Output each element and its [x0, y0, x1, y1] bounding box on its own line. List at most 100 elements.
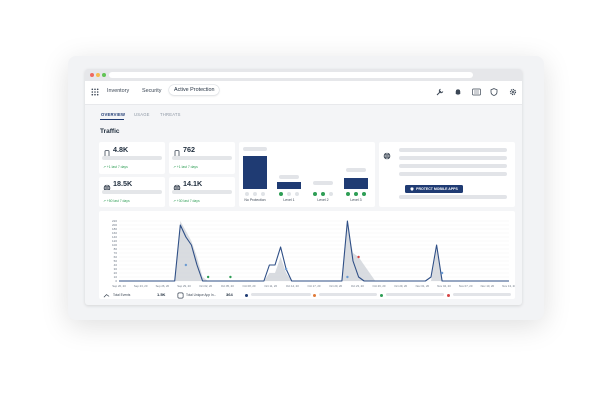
legend-value: 364 [226, 292, 233, 297]
section-title: Traffic [100, 128, 120, 135]
data-point [284, 267, 288, 271]
x-tick-label: Nov 10, 20 [481, 284, 495, 288]
subtab-usage[interactable]: USAGE [134, 112, 150, 117]
y-tick-label: 140 [112, 235, 117, 239]
data-point [346, 275, 349, 279]
check-icon [321, 192, 325, 196]
app-window: Inventory Security Active Protection OVE… [85, 69, 522, 305]
wrench-icon[interactable] [435, 87, 445, 97]
y-tick-label: 0 [115, 279, 117, 283]
level-bar-level-1[interactable] [277, 182, 301, 189]
level-label: Level 2 [317, 198, 329, 202]
y-tick-label: 40 [114, 263, 118, 267]
placeholder-line [399, 172, 507, 176]
y-tick-label: 180 [112, 227, 117, 231]
minimize-window-button[interactable] [96, 73, 100, 77]
x-tick-label: Sep 20, 20 [112, 284, 126, 288]
app-icon [177, 292, 184, 299]
tab-active-protection[interactable]: Active Protection [169, 85, 220, 95]
x-tick-label: Nov 13, 20 [502, 284, 515, 288]
y-tick-label: 10 [114, 275, 118, 279]
data-point [357, 255, 360, 259]
placeholder-bar [279, 175, 299, 179]
stat-card[interactable]: 18.5K ↗ +50 last 7 days [99, 177, 165, 207]
legend-label: Total Events [113, 293, 131, 297]
check-icon [313, 192, 317, 196]
subtab-overview[interactable]: OVERVIEW [101, 112, 125, 117]
check-icon [362, 192, 366, 196]
x-tick-label: Sep 23, 20 [134, 284, 148, 288]
subtab-threats[interactable]: THREATS [160, 112, 181, 117]
stat-bar [102, 190, 162, 194]
legend-marker [313, 294, 316, 297]
check-icon [253, 192, 257, 196]
x-tick-label: Nov 01, 20 [416, 284, 430, 288]
stat-bar [102, 156, 162, 160]
phone-icon [103, 145, 111, 163]
gear-icon[interactable] [508, 87, 518, 97]
stat-card[interactable]: 14.1K ↗ +30 last 7 days [169, 177, 235, 207]
placeholder-line [399, 164, 507, 168]
x-tick-label: Nov 04, 20 [437, 284, 451, 288]
stat-value: 762 [183, 145, 195, 154]
tab-security[interactable]: Security [142, 88, 161, 94]
grid-icon[interactable] [90, 87, 100, 97]
check-icon [287, 192, 291, 196]
placeholder-line [399, 148, 507, 152]
globe-icon [173, 179, 181, 197]
stat-trend: ↗ +1 last 7 days [103, 165, 128, 169]
stat-value: 4.8K [113, 145, 129, 154]
level-label: Level 3 [350, 198, 362, 202]
tab-inventory[interactable]: Inventory [107, 88, 129, 94]
x-tick-label: Oct 11, 20 [264, 284, 277, 288]
data-point [184, 263, 188, 267]
x-tick-label: Oct 17, 20 [308, 284, 321, 288]
traffic-chart: 01020304050607080100120140160180200220 Se… [112, 219, 515, 288]
check-icon [261, 192, 265, 196]
legend-marker [447, 294, 450, 297]
x-tick-label: Oct 20, 20 [329, 284, 342, 288]
placeholder-bar [386, 293, 444, 296]
phone-icon [173, 145, 181, 163]
level-bar-no-protection[interactable] [243, 156, 267, 189]
globe-icon [103, 179, 111, 197]
data-point [206, 275, 210, 279]
stat-trend: ↗ +50 last 7 days [103, 199, 130, 203]
active-subtab-indicator [100, 119, 124, 121]
top-nav: Inventory Security Active Protection [85, 81, 522, 105]
placeholder-bar [251, 293, 311, 296]
placeholder-bar [243, 147, 267, 151]
y-tick-label: 70 [114, 251, 118, 255]
trend-icon [103, 294, 110, 298]
placeholder-line [399, 195, 507, 199]
address-bar[interactable] [109, 72, 473, 78]
check-icon [295, 192, 299, 196]
stat-card[interactable]: 762 ↗ +1 last 7 days [169, 142, 235, 174]
stat-value: 18.5K [113, 179, 133, 188]
x-tick-label: Sep 26, 20 [156, 284, 170, 288]
stat-trend: ↗ +1 last 7 days [173, 165, 198, 169]
legend-marker [380, 294, 383, 297]
check-icon [279, 192, 283, 196]
x-tick-label: Oct 23, 20 [351, 284, 364, 288]
data-point [440, 271, 444, 275]
protect-mobile-apps-button[interactable]: PROTECT MOBILE APPS [405, 185, 463, 193]
y-tick-label: 60 [114, 255, 118, 259]
shield-icon [410, 186, 414, 192]
level-label: Level 1 [283, 198, 295, 202]
stat-value: 14.1K [183, 179, 203, 188]
x-tick-label: Oct 05, 20 [221, 284, 234, 288]
stat-bar [172, 190, 232, 194]
shield-icon[interactable] [489, 87, 499, 97]
list-icon[interactable] [471, 87, 481, 97]
check-icon [329, 192, 333, 196]
stat-card[interactable]: 4.8K ↗ +1 last 7 days [99, 142, 165, 174]
maximize-window-button[interactable] [102, 73, 106, 77]
close-window-button[interactable] [90, 73, 94, 77]
title-bar [85, 69, 522, 81]
bell-icon[interactable] [453, 87, 463, 97]
legend-value: 1.5K [157, 292, 166, 297]
y-tick-label: 30 [114, 267, 118, 271]
level-bar-level-3[interactable] [344, 178, 368, 189]
check-icon [245, 192, 249, 196]
